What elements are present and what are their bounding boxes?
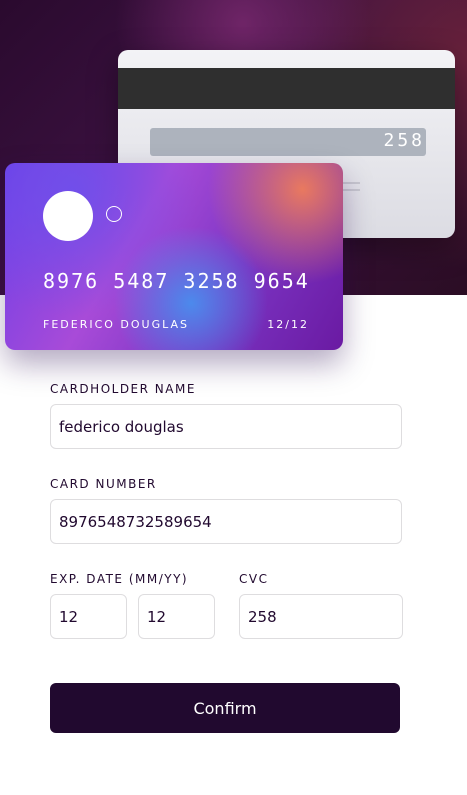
card-front-holder: FEDERICO DOUGLAS: [43, 318, 190, 331]
card-front: 8976 5487 3258 9654 FEDERICO DOUGLAS 12/…: [5, 163, 343, 350]
cardholder-label: CARDHOLDER NAME: [50, 382, 196, 396]
card-front-expiry: 12/12: [267, 318, 309, 331]
card-logo-circle-icon: [43, 191, 93, 241]
card-details-form: CARDHOLDER NAME CARD NUMBER EXP. DATE (M…: [50, 382, 403, 639]
card-front-number: 8976 5487 3258 9654: [43, 269, 310, 293]
confirm-button[interactable]: Confirm: [50, 683, 400, 733]
expiry-year-input[interactable]: [138, 594, 215, 639]
cvc-field-group: CVC: [239, 572, 403, 639]
card-back-cvc: 258: [383, 130, 425, 151]
card-number-label: CARD NUMBER: [50, 477, 157, 491]
cvc-input[interactable]: [239, 594, 403, 639]
cardholder-name-input[interactable]: [50, 404, 402, 449]
magnetic-stripe: [118, 68, 455, 109]
expiry-field-group: EXP. DATE (MM/YY): [50, 572, 215, 639]
card-logo-ring-icon: [106, 206, 122, 222]
expiry-inputs: [50, 594, 215, 639]
expiry-cvc-row: EXP. DATE (MM/YY) CVC: [50, 572, 403, 639]
expiry-label: EXP. DATE (MM/YY): [50, 572, 189, 586]
cvc-label: CVC: [239, 572, 269, 586]
expiry-month-input[interactable]: [50, 594, 127, 639]
card-number-field-group: CARD NUMBER: [50, 477, 402, 544]
card-number-input[interactable]: [50, 499, 402, 544]
cardholder-field-group: CARDHOLDER NAME: [50, 382, 402, 449]
